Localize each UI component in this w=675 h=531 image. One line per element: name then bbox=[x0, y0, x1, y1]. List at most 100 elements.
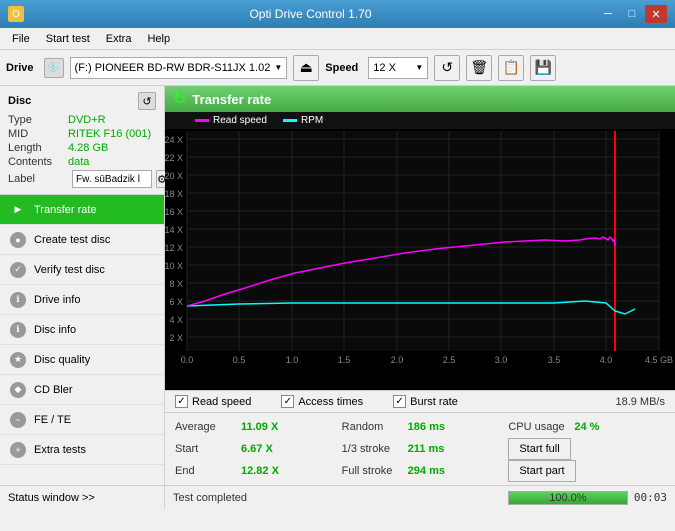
checkbox-burst-rate[interactable]: ✓ Burst rate bbox=[393, 395, 458, 408]
svg-text:2.5: 2.5 bbox=[443, 355, 456, 365]
speed-dropdown-arrow: ▼ bbox=[415, 63, 423, 72]
disc-erase-button[interactable]: 🗑 bbox=[466, 55, 492, 81]
create-test-disc-icon: ● bbox=[10, 232, 26, 248]
copy-button[interactable]: 📋 bbox=[498, 55, 524, 81]
stat-start-full-row: Start full bbox=[508, 439, 665, 459]
svg-text:22 X: 22 X bbox=[165, 153, 183, 163]
start-part-button[interactable]: Start part bbox=[508, 460, 575, 482]
refresh-speed-button[interactable]: ↺ bbox=[434, 55, 460, 81]
legend-rpm-label: RPM bbox=[301, 115, 323, 126]
sidebar-item-cd-bler[interactable]: ◆ CD Bler bbox=[0, 375, 164, 405]
chart-title: Transfer rate bbox=[192, 92, 271, 107]
rpm-color bbox=[283, 119, 297, 122]
eject-button[interactable]: ⏏ bbox=[293, 55, 319, 81]
sidebar-item-drive-info[interactable]: ℹ Drive info bbox=[0, 285, 164, 315]
disc-quality-icon: ★ bbox=[10, 352, 26, 368]
sidebar: Disc ↺ Type DVD+R MID RITEK F16 (001) Le… bbox=[0, 86, 165, 485]
legend-read-speed: Read speed bbox=[195, 115, 267, 126]
disc-label-label: Label bbox=[8, 173, 68, 185]
access-times-checkbox[interactable]: ✓ bbox=[281, 395, 294, 408]
disc-label-input[interactable] bbox=[72, 170, 152, 188]
sidebar-item-transfer-rate[interactable]: ▶ Transfer rate bbox=[0, 195, 164, 225]
svg-text:20 X: 20 X bbox=[165, 171, 183, 181]
stat-end-row: End 12.82 X bbox=[175, 461, 332, 481]
checkboxes-row: ✓ Read speed ✓ Access times ✓ Burst rate… bbox=[165, 390, 675, 412]
disc-info-icon: ℹ bbox=[10, 322, 26, 338]
sidebar-item-create-test-disc[interactable]: ● Create test disc bbox=[0, 225, 164, 255]
timer: 00:03 bbox=[634, 491, 667, 504]
close-button[interactable]: ✕ bbox=[645, 5, 667, 23]
dropdown-arrow: ▼ bbox=[274, 63, 282, 72]
sidebar-item-extra-tests[interactable]: + Extra tests bbox=[0, 435, 164, 465]
status-bar: Status window >> Test completed 100.0% 0… bbox=[0, 485, 675, 509]
svg-text:2.0: 2.0 bbox=[391, 355, 404, 365]
disc-length-label: Length bbox=[8, 142, 68, 154]
stat-end-value: 12.82 X bbox=[241, 465, 279, 477]
svg-text:0.5: 0.5 bbox=[233, 355, 246, 365]
sidebar-item-label-cd-bler: CD Bler bbox=[34, 384, 73, 396]
sidebar-item-fe-te[interactable]: ~ FE / TE bbox=[0, 405, 164, 435]
menu-extra[interactable]: Extra bbox=[98, 31, 140, 47]
drive-label: Drive bbox=[6, 62, 34, 74]
svg-text:6 X: 6 X bbox=[169, 297, 183, 307]
svg-text:24 X: 24 X bbox=[165, 135, 183, 145]
burst-rate-checkbox[interactable]: ✓ bbox=[393, 395, 406, 408]
svg-text:4.0: 4.0 bbox=[600, 355, 613, 365]
svg-text:4.5 GB: 4.5 GB bbox=[645, 355, 673, 365]
access-times-checkbox-label: Access times bbox=[298, 396, 363, 408]
disc-type-value: DVD+R bbox=[68, 114, 106, 126]
sidebar-item-label-disc-quality: Disc quality bbox=[34, 354, 90, 366]
disc-contents-value: data bbox=[68, 156, 89, 168]
sidebar-item-label-extra-tests: Extra tests bbox=[34, 444, 86, 456]
window-title: Opti Drive Control 1.70 bbox=[24, 7, 597, 21]
transfer-rate-icon: ▶ bbox=[10, 202, 26, 218]
start-full-button[interactable]: Start full bbox=[508, 438, 570, 460]
drive-dropdown[interactable]: (F:) PIONEER BD-RW BDR-S11JX 1.02 ▼ bbox=[70, 57, 288, 79]
verify-test-disc-icon: ✓ bbox=[10, 262, 26, 278]
title-bar: O Opti Drive Control 1.70 ─ □ ✕ bbox=[0, 0, 675, 28]
read-speed-checkbox-label: Read speed bbox=[192, 396, 251, 408]
stat-average-row: Average 11.09 X bbox=[175, 417, 332, 437]
menu-bar: File Start test Extra Help bbox=[0, 28, 675, 50]
checkbox-read-speed[interactable]: ✓ Read speed bbox=[175, 395, 251, 408]
checkbox-access-times[interactable]: ✓ Access times bbox=[281, 395, 363, 408]
status-window-label: Status window >> bbox=[8, 492, 95, 504]
maximize-button[interactable]: □ bbox=[621, 5, 643, 23]
disc-length-value: 4.28 GB bbox=[68, 142, 108, 154]
svg-text:4 X: 4 X bbox=[169, 315, 183, 325]
save-button[interactable]: 💾 bbox=[530, 55, 556, 81]
disc-mid-value: RITEK F16 (001) bbox=[68, 128, 151, 140]
speed-dropdown[interactable]: 12 X ▼ bbox=[368, 57, 428, 79]
legend-rpm: RPM bbox=[283, 115, 323, 126]
speed-label: Speed bbox=[325, 62, 358, 74]
svg-text:14 X: 14 X bbox=[165, 225, 183, 235]
stat-1-3-stroke-value: 211 ms bbox=[408, 443, 445, 455]
stat-cpu-row: CPU usage 24 % bbox=[508, 417, 665, 437]
chart-header: ↻ Transfer rate bbox=[165, 86, 675, 112]
stat-full-stroke-row: Full stroke 294 ms bbox=[342, 461, 499, 481]
stat-average-value: 11.09 X bbox=[241, 421, 278, 433]
fe-te-icon: ~ bbox=[10, 412, 26, 428]
menu-start-test[interactable]: Start test bbox=[38, 31, 98, 47]
svg-text:12 X: 12 X bbox=[165, 243, 183, 253]
stat-start-part-row: Start part bbox=[508, 461, 665, 481]
legend-read-speed-label: Read speed bbox=[213, 115, 267, 126]
disc-refresh-button[interactable]: ↺ bbox=[138, 92, 156, 110]
stat-start-label: Start bbox=[175, 443, 235, 455]
sidebar-item-label-fe-te: FE / TE bbox=[34, 414, 71, 426]
drive-info-icon: ℹ bbox=[10, 292, 26, 308]
read-speed-checkbox[interactable]: ✓ bbox=[175, 395, 188, 408]
stat-end-label: End bbox=[175, 465, 235, 477]
sidebar-item-disc-info[interactable]: ℹ Disc info bbox=[0, 315, 164, 345]
minimize-button[interactable]: ─ bbox=[597, 5, 619, 23]
status-text: Test completed bbox=[165, 492, 508, 504]
svg-text:18 X: 18 X bbox=[165, 189, 183, 199]
status-window-button[interactable]: Status window >> bbox=[0, 486, 165, 509]
sidebar-item-verify-test-disc[interactable]: ✓ Verify test disc bbox=[0, 255, 164, 285]
disc-contents-label: Contents bbox=[8, 156, 68, 168]
svg-text:16 X: 16 X bbox=[165, 207, 183, 217]
menu-help[interactable]: Help bbox=[139, 31, 178, 47]
menu-file[interactable]: File bbox=[4, 31, 38, 47]
svg-text:2 X: 2 X bbox=[169, 333, 183, 343]
sidebar-item-disc-quality[interactable]: ★ Disc quality bbox=[0, 345, 164, 375]
